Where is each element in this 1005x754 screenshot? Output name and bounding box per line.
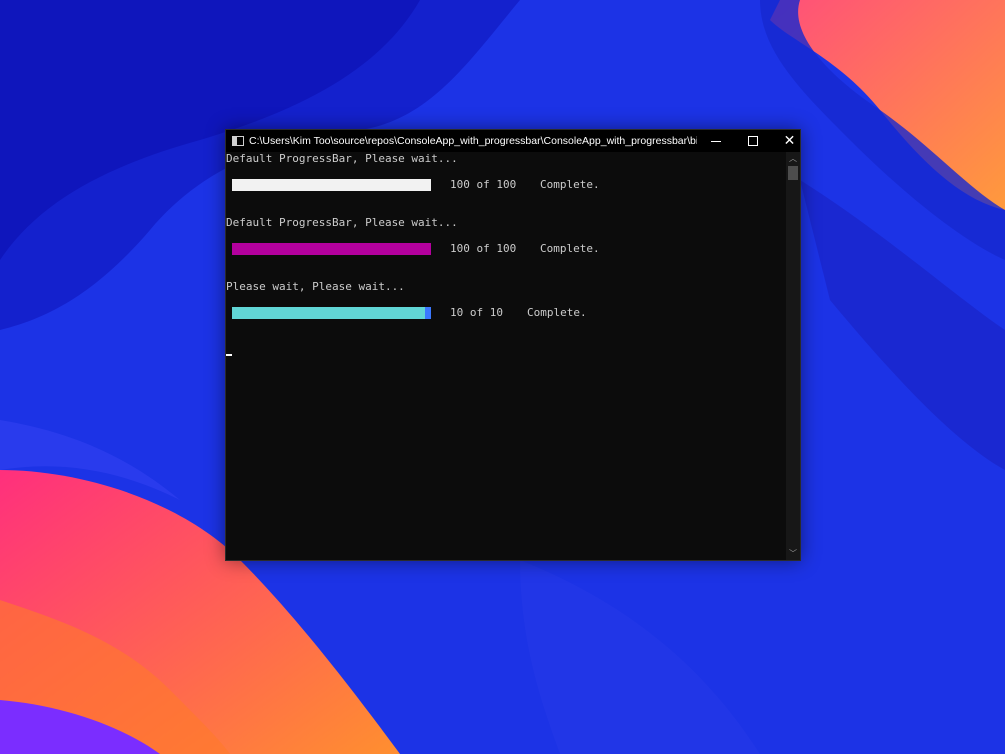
progress-count: 100 of 100 bbox=[450, 178, 517, 191]
maximize-button[interactable] bbox=[734, 130, 771, 152]
progress-count: 100 of 100 bbox=[450, 242, 517, 255]
close-button[interactable]: ✕ bbox=[771, 130, 808, 152]
console-app-icon[interactable] bbox=[232, 136, 244, 146]
vertical-scrollbar[interactable]: ︿ ﹀ bbox=[786, 152, 800, 560]
progress-bar bbox=[232, 307, 431, 319]
minimize-button[interactable] bbox=[697, 130, 734, 152]
scroll-up-icon[interactable]: ︿ bbox=[786, 153, 800, 165]
progress-bar-end bbox=[425, 307, 431, 319]
progress-status: Complete. bbox=[540, 242, 600, 255]
progress-bar bbox=[232, 179, 431, 191]
console-output[interactable]: Default ProgressBar, Please wait... 100 … bbox=[226, 152, 788, 560]
progress-bar-fill bbox=[232, 243, 431, 255]
text-cursor bbox=[226, 354, 232, 356]
progress-row: 10 of 10 Complete. bbox=[232, 306, 632, 319]
minimize-icon bbox=[710, 140, 721, 142]
progress-count: 10 of 10 bbox=[450, 306, 503, 319]
scroll-thumb[interactable] bbox=[788, 166, 798, 180]
progress-status: Complete. bbox=[540, 178, 600, 191]
console-line-message: Default ProgressBar, Please wait... bbox=[226, 152, 458, 165]
progress-bar-end bbox=[425, 179, 431, 191]
progress-row: 100 of 100 Complete. bbox=[232, 242, 632, 255]
console-window[interactable]: C:\Users\Kim Too\source\repos\ConsoleApp… bbox=[225, 129, 801, 561]
progress-row: 100 of 100 Complete. bbox=[232, 178, 632, 191]
progress-bar-fill bbox=[232, 307, 431, 319]
console-line-message: Default ProgressBar, Please wait... bbox=[226, 216, 458, 229]
window-title: C:\Users\Kim Too\source\repos\ConsoleApp… bbox=[249, 135, 697, 147]
console-line-message: Please wait, Please wait... bbox=[226, 280, 405, 293]
progress-status: Complete. bbox=[527, 306, 587, 319]
progress-bar-end bbox=[425, 243, 431, 255]
close-icon: ✕ bbox=[783, 133, 796, 149]
progress-bar-fill bbox=[232, 179, 431, 191]
progress-bar bbox=[232, 243, 431, 255]
maximize-icon bbox=[747, 136, 758, 146]
scroll-down-icon[interactable]: ﹀ bbox=[786, 548, 800, 560]
title-bar[interactable]: C:\Users\Kim Too\source\repos\ConsoleApp… bbox=[226, 130, 800, 152]
